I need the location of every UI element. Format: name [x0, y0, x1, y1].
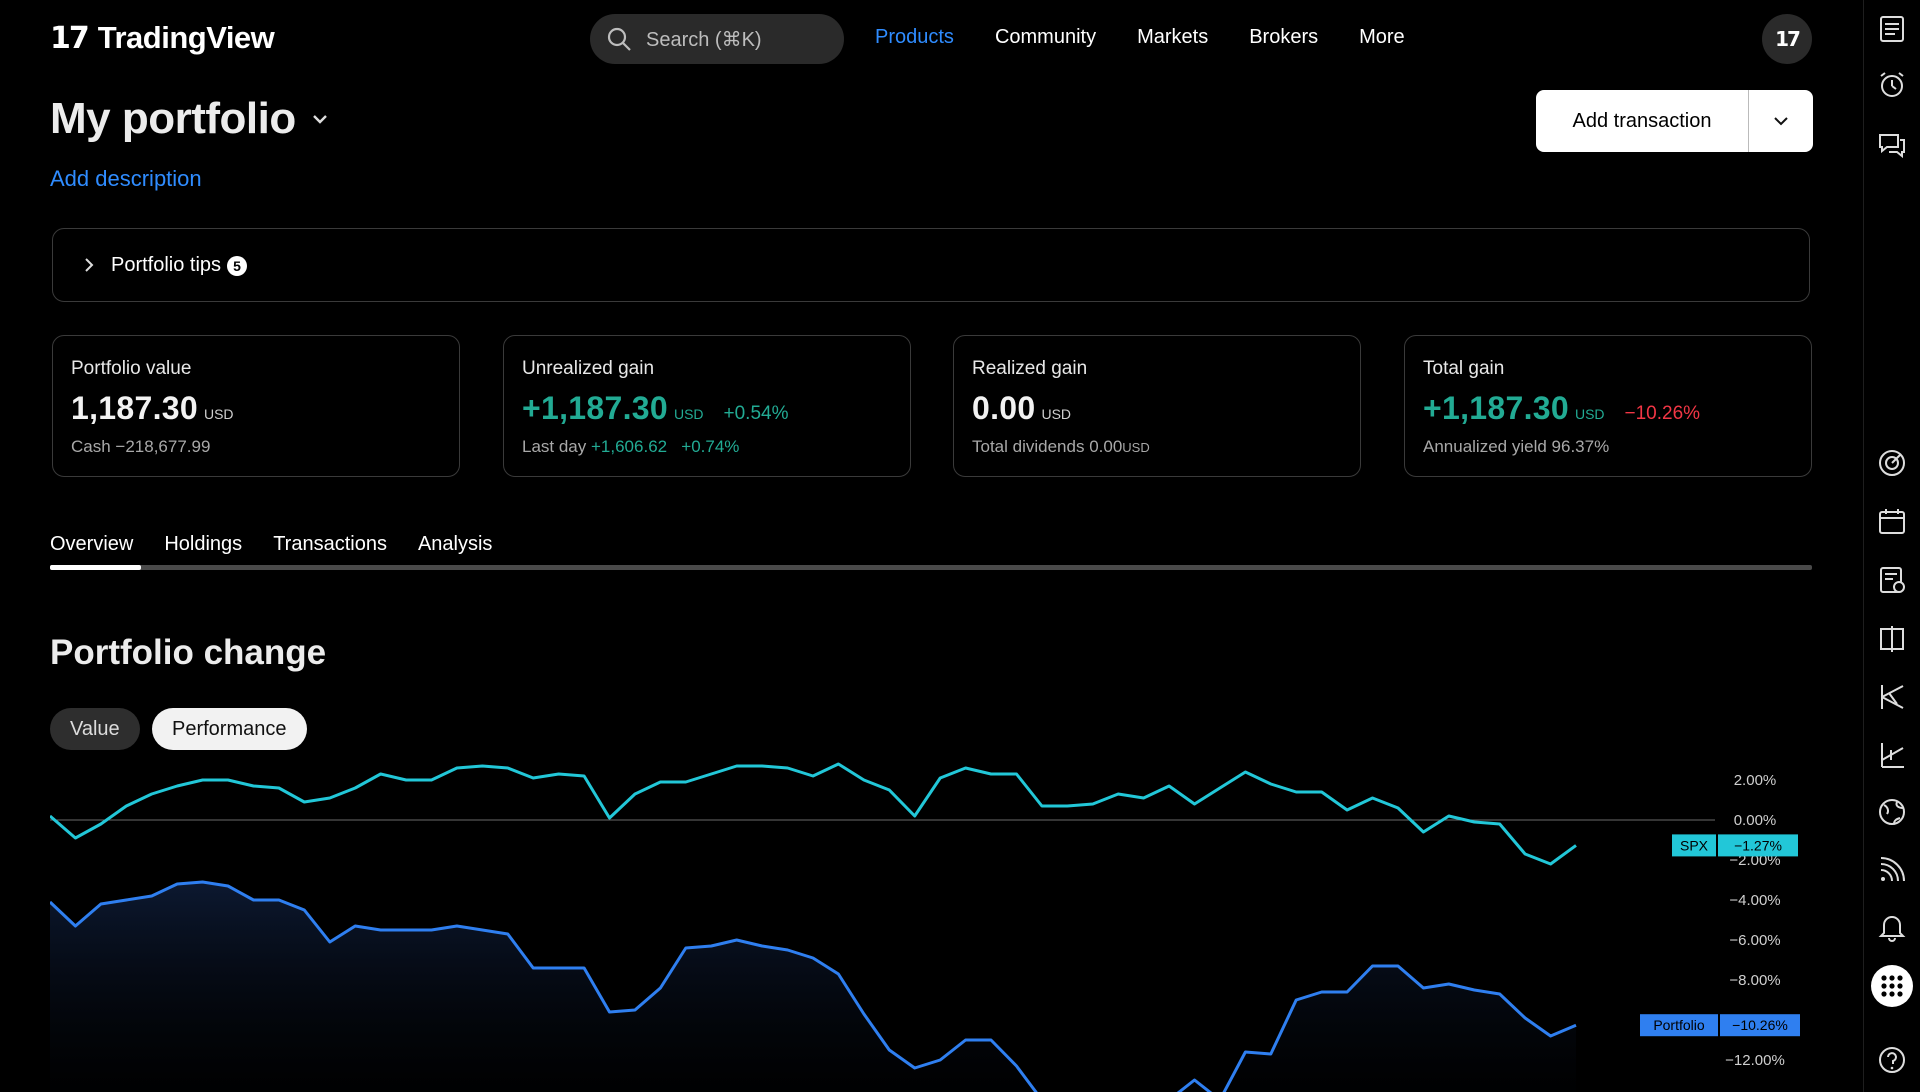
add-transaction-group: Add transaction	[1536, 90, 1813, 152]
y-tick-label: −8.00%	[1729, 972, 1780, 989]
value-toggle[interactable]: Value	[50, 708, 140, 750]
gauge-icon[interactable]	[1877, 448, 1907, 478]
spx-line	[50, 762, 1577, 866]
tab-overview[interactable]: Overview	[50, 533, 133, 556]
section-title: Portfolio change	[50, 633, 327, 672]
tips-label: Portfolio tips	[111, 253, 222, 276]
chat-icon[interactable]	[1877, 130, 1907, 160]
unrealized-gain-pct: +0.54%	[723, 403, 789, 424]
last-day-value: +1,606.62	[591, 437, 668, 456]
portfolio-tabs: Overview Holdings Transactions Analysis	[50, 533, 492, 556]
y-tick-label: 2.00%	[1734, 772, 1777, 789]
realized-gain-amount: 0.00	[972, 390, 1036, 426]
realized-gain-card: Realized gain 0.00 USD Total dividends 0…	[953, 335, 1361, 477]
bell-icon[interactable]	[1877, 912, 1907, 942]
last-day-label: Last day	[522, 437, 587, 456]
globe-icon[interactable]	[1877, 797, 1907, 827]
grid-icon	[1881, 975, 1903, 997]
unrealized-gain-card: Unrealized gain +1,187.30 USD +0.54% Las…	[503, 335, 911, 477]
trend-tools-icon[interactable]	[1877, 682, 1907, 712]
portfolio-area	[50, 882, 1576, 1092]
y-tick-label: −4.00%	[1729, 892, 1780, 909]
spx-last-value: −1.27%	[1734, 837, 1782, 853]
nav-markets[interactable]: Markets	[1137, 26, 1208, 49]
signal-icon[interactable]	[1877, 855, 1907, 885]
currency-unit: USD	[203, 406, 234, 422]
chevron-right-icon	[85, 258, 94, 272]
search-icon	[607, 27, 631, 51]
tab-holdings[interactable]: Holdings	[164, 533, 242, 556]
card-label: Realized gain	[972, 358, 1088, 379]
nav-brokers[interactable]: Brokers	[1249, 26, 1318, 49]
portfolio-tips-panel[interactable]: Portfolio tips 5	[52, 228, 1810, 302]
portfolio-change-chart: 2.00%0.00%−2.00%−4.00%−6.00%−8.00%−12.00…	[50, 762, 1800, 1092]
cash-value: −218,677.99	[115, 437, 211, 456]
apps-grid-button[interactable]	[1871, 965, 1913, 1007]
currency-unit: USD	[1041, 406, 1072, 422]
tv-logo-icon: 17	[50, 20, 90, 56]
portfolio-last-value: −10.26%	[1732, 1017, 1788, 1033]
watchlist-icon[interactable]	[1877, 14, 1907, 44]
calendar-icon[interactable]	[1877, 506, 1907, 536]
portfolio-value-amount: 1,187.30	[71, 390, 198, 426]
news-icon[interactable]	[1877, 565, 1907, 595]
help-icon[interactable]	[1877, 1045, 1907, 1075]
cash-label: Cash	[71, 437, 111, 456]
dividends-label: Total dividends	[972, 437, 1085, 456]
tradingview-logo[interactable]: 17 TradingView	[50, 20, 275, 56]
chevron-down-icon	[312, 115, 327, 124]
currency-unit: USD	[1122, 440, 1150, 455]
add-transaction-menu-button[interactable]	[1749, 90, 1813, 152]
tab-transactions[interactable]: Transactions	[273, 533, 387, 556]
right-toolbar	[1863, 0, 1920, 1092]
currency-unit: USD	[1574, 406, 1605, 422]
search-placeholder: Search (⌘K)	[646, 28, 762, 51]
total-gain-amount: +1,187.30	[1423, 390, 1569, 426]
y-tick-label: 0.00%	[1734, 812, 1777, 829]
total-gain-card: Total gain +1,187.30 USD −10.26% Annuali…	[1404, 335, 1812, 477]
y-tick-label: −12.00%	[1725, 1052, 1785, 1069]
card-label: Unrealized gain	[522, 358, 655, 379]
compare-icon[interactable]	[1877, 624, 1907, 654]
last-day-pct: +0.74%	[681, 437, 740, 456]
add-transaction-button[interactable]: Add transaction	[1536, 90, 1749, 152]
search-input[interactable]: Search (⌘K)	[590, 14, 844, 64]
total-gain-pct: −10.26%	[1624, 403, 1701, 424]
drawing-icon[interactable]	[1877, 740, 1907, 770]
spx-tag-name: SPX	[1680, 837, 1709, 853]
card-label: Total gain	[1423, 358, 1505, 379]
nav-more[interactable]: More	[1359, 26, 1405, 49]
dividends-value: 0.00	[1089, 437, 1123, 456]
page-title: My portfolio	[50, 94, 296, 143]
currency-unit: USD	[673, 406, 704, 422]
portfolio-value-card: Portfolio value 1,187.30 USD Cash −218,6…	[52, 335, 460, 477]
performance-toggle[interactable]: Performance	[152, 708, 307, 750]
y-tick-label: −6.00%	[1729, 932, 1780, 949]
main-nav: Products Community Markets Brokers More	[875, 26, 1405, 49]
tabs-track	[50, 565, 1812, 570]
avatar[interactable]: 17	[1762, 14, 1812, 64]
add-description-link[interactable]: Add description	[50, 166, 202, 192]
tab-analysis[interactable]: Analysis	[418, 533, 492, 556]
annualized-yield-value: 96.37%	[1551, 437, 1610, 456]
card-label: Portfolio value	[71, 358, 192, 379]
active-tab-indicator	[50, 565, 141, 570]
portfolio-title-dropdown[interactable]: My portfolio	[50, 94, 330, 144]
brand-name: TradingView	[97, 20, 275, 55]
chevron-down-icon	[1774, 117, 1788, 126]
tips-count-badge: 5	[227, 255, 248, 276]
alarm-clock-icon[interactable]	[1877, 70, 1907, 100]
annualized-yield-label: Annualized yield	[1423, 437, 1547, 456]
portfolio-tag-name: Portfolio	[1653, 1017, 1705, 1033]
nav-products[interactable]: Products	[875, 26, 954, 49]
nav-community[interactable]: Community	[995, 26, 1096, 49]
unrealized-gain-amount: +1,187.30	[522, 390, 668, 426]
